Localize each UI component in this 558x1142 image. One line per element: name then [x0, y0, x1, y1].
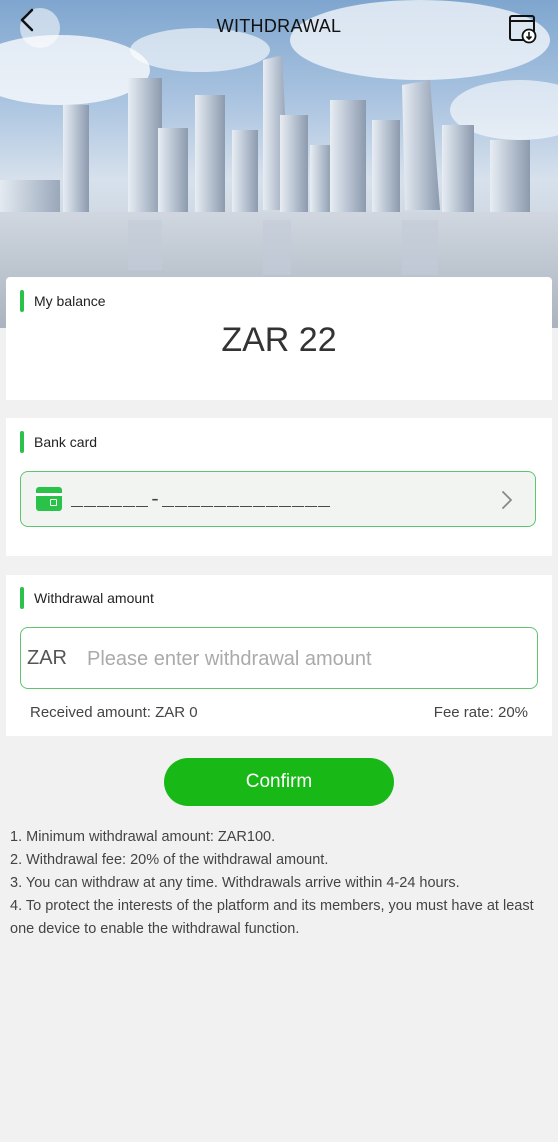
bank-card-number: ______-_____________: [71, 489, 332, 512]
credit-card-icon: [36, 487, 62, 511]
withdrawal-amount-section-label: Withdrawal amount: [20, 587, 154, 609]
withdrawal-amount-label: Withdrawal amount: [34, 590, 154, 606]
bank-card-label: Bank card: [34, 434, 98, 450]
rule-item: 1. Minimum withdrawal amount: ZAR100.: [10, 829, 276, 845]
rule-item: 3. You can withdraw at any time. Withdra…: [10, 875, 460, 891]
withdrawal-amount-section: Withdrawal amount ZAR Received amount: Z…: [6, 575, 552, 736]
accent-bar: [20, 431, 24, 453]
chevron-right-icon: [502, 491, 512, 509]
balance-label: My balance: [34, 293, 106, 309]
accent-bar: [20, 290, 24, 312]
bank-card-selector[interactable]: ______-_____________: [20, 471, 536, 527]
fee-rate-text: Fee rate: 20%: [433, 704, 528, 721]
balance-value: ZAR 22: [221, 321, 337, 359]
received-amount-text: Received amount: ZAR 0: [30, 704, 198, 721]
withdrawal-records-button[interactable]: [508, 12, 538, 44]
withdrawal-amount-field: ZAR: [20, 627, 538, 689]
withdrawal-amount-input[interactable]: [85, 642, 519, 676]
rule-item: 2. Withdrawal fee: 20% of the withdrawal…: [10, 852, 329, 868]
accent-bar: [20, 587, 24, 609]
download-record-icon: [509, 15, 537, 44]
confirm-button[interactable]: Confirm: [164, 758, 394, 806]
currency-prefix: ZAR: [27, 647, 67, 669]
balance-section-label: My balance: [20, 290, 106, 312]
withdrawal-rules: 1. Minimum withdrawal amount: ZAR100. 2.…: [10, 826, 540, 941]
bank-card-section: Bank card ______-_____________: [6, 418, 552, 556]
rule-item: 4. To protect the interests of the platf…: [10, 898, 534, 937]
balance-card: My balance ZAR 22: [6, 277, 552, 400]
bank-card-section-label: Bank card: [20, 431, 97, 453]
page-title: WITHDRAWAL: [216, 16, 342, 36]
